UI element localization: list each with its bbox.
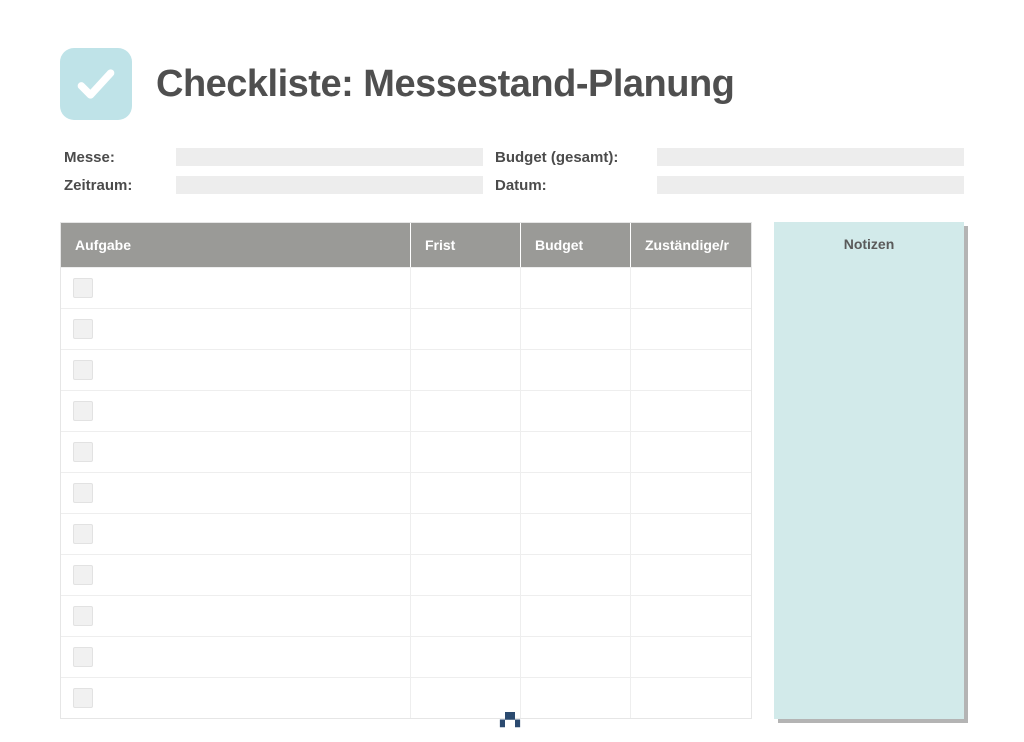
table-row bbox=[61, 390, 751, 431]
cell-budget[interactable] bbox=[521, 473, 631, 513]
meta-input-messe[interactable] bbox=[176, 148, 483, 166]
page-footer: ▞▚ bbox=[0, 712, 1024, 728]
cell-frist[interactable] bbox=[411, 391, 521, 431]
main-content: Aufgabe Frist Budget Zuständige/r Notize… bbox=[60, 222, 964, 719]
notes-title: Notizen bbox=[774, 222, 964, 252]
cell-budget[interactable] bbox=[521, 514, 631, 554]
cell-zustaendig[interactable] bbox=[631, 309, 751, 349]
table-row bbox=[61, 554, 751, 595]
table-row bbox=[61, 595, 751, 636]
cell-aufgabe[interactable] bbox=[61, 555, 411, 595]
cell-zustaendig[interactable] bbox=[631, 473, 751, 513]
cell-aufgabe[interactable] bbox=[61, 350, 411, 390]
checklist-table: Aufgabe Frist Budget Zuständige/r bbox=[60, 222, 752, 719]
col-frist: Frist bbox=[411, 223, 521, 267]
meta-input-zeitraum[interactable] bbox=[176, 176, 483, 194]
page-container: Checkliste: Messestand-Planung Messe: Bu… bbox=[0, 0, 1024, 739]
row-checkbox[interactable] bbox=[73, 606, 93, 626]
row-checkbox[interactable] bbox=[73, 647, 93, 667]
meta-label-budget-gesamt: Budget (gesamt): bbox=[495, 149, 645, 166]
meta-label-datum: Datum: bbox=[495, 177, 645, 194]
cell-frist[interactable] bbox=[411, 350, 521, 390]
meta-input-budget-gesamt[interactable] bbox=[657, 148, 964, 166]
cell-budget[interactable] bbox=[521, 432, 631, 472]
cell-zustaendig[interactable] bbox=[631, 268, 751, 308]
brand-icon: ▞▚ bbox=[500, 712, 520, 727]
row-checkbox[interactable] bbox=[73, 319, 93, 339]
row-checkbox[interactable] bbox=[73, 524, 93, 544]
col-budget: Budget bbox=[521, 223, 631, 267]
cell-aufgabe[interactable] bbox=[61, 637, 411, 677]
cell-aufgabe[interactable] bbox=[61, 596, 411, 636]
cell-zustaendig[interactable] bbox=[631, 391, 751, 431]
table-row bbox=[61, 349, 751, 390]
page-header: Checkliste: Messestand-Planung bbox=[60, 48, 964, 120]
row-checkbox[interactable] bbox=[73, 360, 93, 380]
cell-budget[interactable] bbox=[521, 555, 631, 595]
check-icon bbox=[60, 48, 132, 120]
cell-aufgabe[interactable] bbox=[61, 268, 411, 308]
cell-zustaendig[interactable] bbox=[631, 432, 751, 472]
cell-frist[interactable] bbox=[411, 514, 521, 554]
cell-zustaendig[interactable] bbox=[631, 637, 751, 677]
table-header: Aufgabe Frist Budget Zuständige/r bbox=[61, 223, 751, 267]
table-row bbox=[61, 472, 751, 513]
cell-budget[interactable] bbox=[521, 637, 631, 677]
cell-frist[interactable] bbox=[411, 309, 521, 349]
cell-frist[interactable] bbox=[411, 473, 521, 513]
col-aufgabe: Aufgabe bbox=[61, 223, 411, 267]
row-checkbox[interactable] bbox=[73, 278, 93, 298]
meta-input-datum[interactable] bbox=[657, 176, 964, 194]
cell-frist[interactable] bbox=[411, 596, 521, 636]
page-title: Checkliste: Messestand-Planung bbox=[156, 63, 734, 106]
cell-frist[interactable] bbox=[411, 268, 521, 308]
meta-section: Messe: Budget (gesamt): Zeitraum: Datum: bbox=[60, 148, 964, 194]
cell-aufgabe[interactable] bbox=[61, 432, 411, 472]
meta-label-messe: Messe: bbox=[64, 149, 164, 166]
cell-aufgabe[interactable] bbox=[61, 309, 411, 349]
row-checkbox[interactable] bbox=[73, 401, 93, 421]
row-checkbox[interactable] bbox=[73, 442, 93, 462]
cell-budget[interactable] bbox=[521, 350, 631, 390]
cell-frist[interactable] bbox=[411, 637, 521, 677]
table-row bbox=[61, 431, 751, 472]
cell-aufgabe[interactable] bbox=[61, 473, 411, 513]
cell-frist[interactable] bbox=[411, 555, 521, 595]
cell-aufgabe[interactable] bbox=[61, 391, 411, 431]
notes-panel[interactable]: Notizen bbox=[774, 222, 964, 719]
meta-label-zeitraum: Zeitraum: bbox=[64, 177, 164, 194]
cell-budget[interactable] bbox=[521, 309, 631, 349]
cell-zustaendig[interactable] bbox=[631, 350, 751, 390]
cell-budget[interactable] bbox=[521, 391, 631, 431]
cell-zustaendig[interactable] bbox=[631, 514, 751, 554]
row-checkbox[interactable] bbox=[73, 688, 93, 708]
table-row bbox=[61, 267, 751, 308]
cell-aufgabe[interactable] bbox=[61, 514, 411, 554]
table-body bbox=[61, 267, 751, 718]
cell-zustaendig[interactable] bbox=[631, 555, 751, 595]
row-checkbox[interactable] bbox=[73, 565, 93, 585]
cell-frist[interactable] bbox=[411, 432, 521, 472]
table-row bbox=[61, 513, 751, 554]
cell-zustaendig[interactable] bbox=[631, 596, 751, 636]
cell-budget[interactable] bbox=[521, 268, 631, 308]
table-row bbox=[61, 308, 751, 349]
col-zustaendig: Zuständige/r bbox=[631, 223, 751, 267]
row-checkbox[interactable] bbox=[73, 483, 93, 503]
cell-budget[interactable] bbox=[521, 596, 631, 636]
table-row bbox=[61, 636, 751, 677]
